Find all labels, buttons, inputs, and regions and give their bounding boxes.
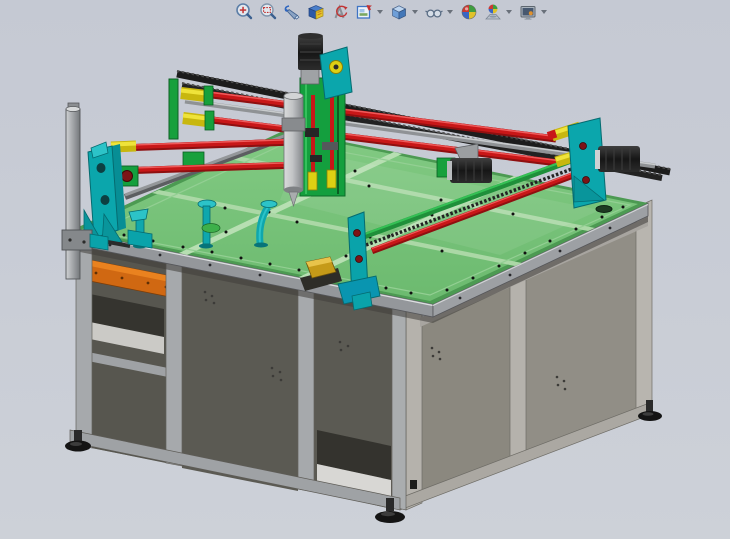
appearance-sphere-icon bbox=[459, 2, 479, 22]
display-style-dropdown-arrow[interactable] bbox=[412, 10, 418, 14]
previous-view-icon bbox=[282, 2, 302, 22]
z-axis-spindle-assembly[interactable] bbox=[282, 33, 352, 206]
viewport-3d-model[interactable] bbox=[0, 0, 730, 539]
apply-scene-dropdown-arrow[interactable] bbox=[506, 10, 512, 14]
spindle[interactable] bbox=[282, 93, 305, 207]
eyeglasses-icon bbox=[424, 2, 444, 22]
heads-up-view-toolbar bbox=[232, 1, 551, 23]
previous-view-button[interactable] bbox=[280, 2, 303, 23]
annotation-a-icon bbox=[330, 2, 350, 22]
display-style-cube-icon bbox=[389, 2, 409, 22]
view-settings-icon bbox=[518, 2, 538, 22]
display-style-button[interactable] bbox=[387, 2, 410, 23]
section-view-icon bbox=[306, 2, 326, 22]
view-orientation-icon bbox=[354, 2, 374, 22]
view-settings-button[interactable] bbox=[516, 2, 539, 23]
hide-show-items-button[interactable] bbox=[422, 2, 445, 23]
zoom-to-area-button[interactable] bbox=[256, 2, 279, 23]
y-axis-motor[interactable] bbox=[595, 146, 640, 172]
edit-appearance-button[interactable] bbox=[457, 2, 480, 23]
x-axis-motor[interactable] bbox=[447, 158, 492, 183]
hide-show-items-dropdown-arrow[interactable] bbox=[447, 10, 453, 14]
zoom-to-area-icon bbox=[258, 2, 278, 22]
apply-scene-button[interactable] bbox=[481, 2, 504, 23]
zoom-to-fit-icon bbox=[234, 2, 254, 22]
z-axis-motor[interactable] bbox=[298, 33, 323, 84]
apply-scene-icon bbox=[483, 2, 503, 22]
view-settings-dropdown-arrow[interactable] bbox=[541, 10, 547, 14]
dynamic-annotation-views-button[interactable] bbox=[328, 2, 351, 23]
view-orientation-button[interactable] bbox=[352, 2, 375, 23]
cad-graphics-area bbox=[0, 0, 730, 539]
view-orientation-dropdown-arrow[interactable] bbox=[377, 10, 383, 14]
section-view-button[interactable] bbox=[304, 2, 327, 23]
zoom-to-fit-button[interactable] bbox=[232, 2, 255, 23]
